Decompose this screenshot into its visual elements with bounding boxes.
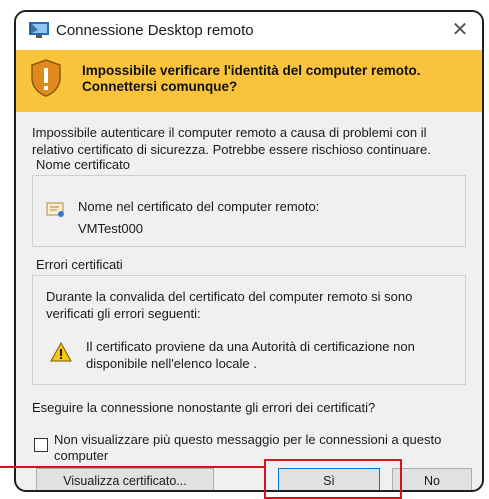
title-bar: Connessione Desktop remoto ✕ — [16, 12, 482, 50]
certificate-icon — [46, 202, 64, 217]
annotation-callout-line — [0, 466, 266, 468]
remote-desktop-icon — [29, 22, 49, 38]
banner-line-2: Connettersi comunque? — [82, 79, 238, 94]
no-button[interactable]: No — [392, 468, 472, 490]
cert-field-value: VMTest000 — [78, 221, 144, 236]
banner-line-1: Impossibile verificare l'identità del co… — [82, 63, 421, 78]
errors-group-label: Errori certificati — [36, 257, 123, 272]
error-item-text: Il certificato proviene da una Autorità … — [86, 339, 415, 371]
errors-group-right-border — [465, 275, 466, 385]
connect-question: Eseguire la connessione nonostante gli e… — [32, 400, 376, 415]
cert-group-left-border — [32, 175, 33, 247]
annotation-highlight-box — [264, 459, 402, 499]
view-certificate-button[interactable]: Visualizza certificato... — [36, 468, 214, 490]
warning-banner: Impossibile verificare l'identità del co… — [16, 50, 482, 112]
window-title: Connessione Desktop remoto — [56, 22, 254, 39]
cert-group-bottom-border — [32, 246, 466, 247]
close-icon[interactable]: ✕ — [446, 16, 474, 44]
dont-show-checkbox[interactable] — [34, 438, 48, 452]
cert-group-top-border — [32, 175, 466, 176]
description-text: Impossibile autenticare il computer remo… — [32, 125, 431, 157]
errors-intro-text: Durante la convalida del certificato del… — [46, 289, 413, 321]
errors-group-top-border — [32, 275, 466, 276]
cert-group-right-border — [465, 175, 466, 247]
rdp-dialog: Connessione Desktop remoto ✕ Impossibile… — [14, 10, 484, 492]
shield-warning-icon — [31, 59, 61, 97]
cert-field-label: Nome nel certificato del computer remoto… — [78, 199, 320, 214]
cert-group-label: Nome certificato — [36, 157, 130, 172]
errors-group-bottom-border — [32, 384, 466, 385]
banner-message: Impossibile verificare l'identità del co… — [82, 63, 462, 95]
warning-icon — [50, 342, 72, 362]
errors-group-left-border — [32, 275, 33, 385]
